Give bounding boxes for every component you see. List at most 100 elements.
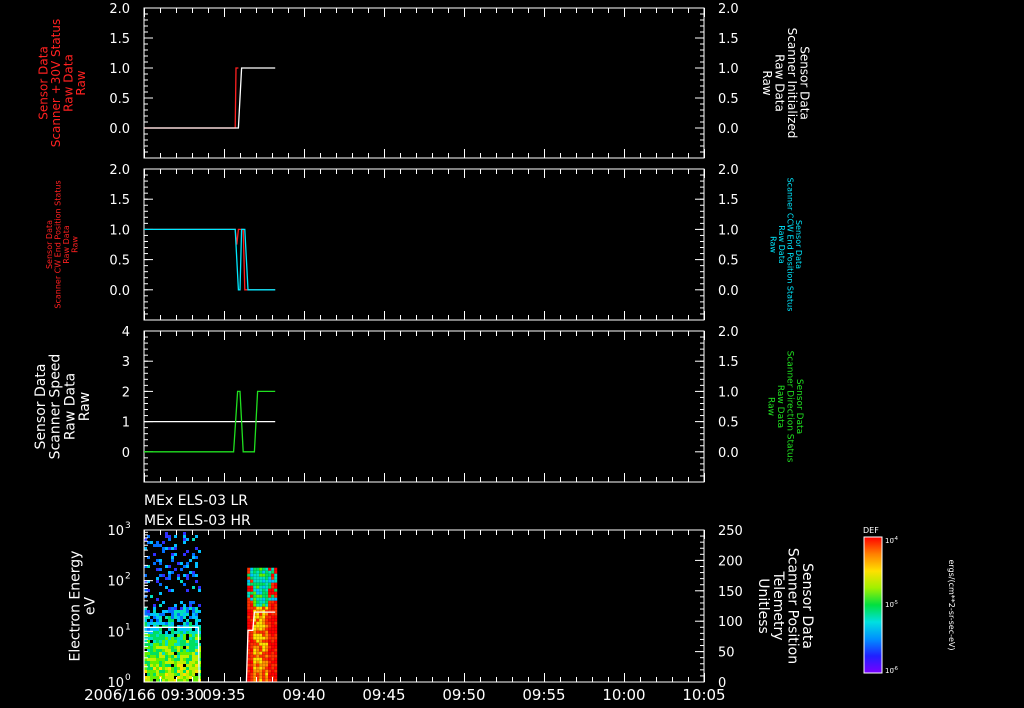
spectrogram-cell bbox=[177, 655, 180, 658]
spectrogram-cell bbox=[271, 648, 275, 652]
spectrogram-cell bbox=[168, 643, 171, 646]
spectrogram-cell bbox=[271, 606, 275, 610]
spectrogram-cell bbox=[256, 648, 260, 652]
spectrogram-cell bbox=[250, 606, 254, 610]
spectrogram-cell bbox=[274, 657, 278, 661]
spectrogram-cell bbox=[174, 553, 177, 556]
spectrogram-cell bbox=[253, 639, 257, 643]
spectrogram-cell bbox=[256, 579, 260, 583]
spectrogram-cell bbox=[259, 639, 263, 643]
spectrogram-cell bbox=[177, 574, 180, 577]
y-tick-label-right: 0.0 bbox=[718, 446, 739, 461]
spectrogram-cell bbox=[186, 664, 189, 667]
spectrogram-cell bbox=[274, 588, 278, 592]
spectrogram-cell bbox=[265, 636, 269, 640]
spectrogram-cell bbox=[250, 615, 254, 619]
spectrogram-cell bbox=[256, 594, 260, 598]
spectrogram-cell bbox=[174, 673, 177, 676]
spectrogram-cell bbox=[262, 621, 266, 625]
spectrogram-cell bbox=[189, 616, 192, 619]
spectrogram-cell bbox=[180, 646, 183, 649]
spectrogram-cell bbox=[165, 643, 168, 646]
spectrogram-cell bbox=[253, 633, 257, 637]
spectrogram-cell bbox=[250, 669, 254, 673]
spectrogram-cell bbox=[186, 613, 189, 616]
spectrogram-cell bbox=[171, 622, 174, 625]
y-tick-label-right: 250 bbox=[718, 524, 743, 539]
spectrogram-cell bbox=[262, 675, 266, 679]
spectrogram-cell bbox=[253, 582, 257, 586]
spectrogram-cell bbox=[183, 640, 186, 643]
y-tick-label-left: 1.0 bbox=[109, 62, 130, 77]
spectrogram-cell bbox=[180, 658, 183, 661]
spectrogram-cell bbox=[156, 619, 159, 622]
spectrogram-cell bbox=[177, 628, 180, 631]
spectrogram-cell bbox=[262, 654, 266, 658]
spectrogram-cell bbox=[156, 559, 159, 562]
spectrogram-cell bbox=[250, 654, 254, 658]
spectrogram-cell bbox=[153, 643, 156, 646]
spectrogram-cell bbox=[171, 670, 174, 673]
spectrogram-cell bbox=[186, 607, 189, 610]
y-tick-label-right: 0.5 bbox=[718, 92, 739, 107]
spectrogram-cell bbox=[156, 616, 159, 619]
spectrogram-cell bbox=[274, 600, 278, 604]
y-tick-label-right: 1.0 bbox=[718, 62, 739, 77]
spectrogram-cell bbox=[274, 570, 278, 574]
spectrogram-cell bbox=[165, 661, 168, 664]
spectrogram-cell bbox=[171, 643, 174, 646]
spectrogram-cell bbox=[259, 603, 263, 607]
spectrogram-cell bbox=[192, 652, 195, 655]
spectrogram-cell bbox=[174, 643, 177, 646]
spectrogram-cell bbox=[192, 658, 195, 661]
spectrogram-cell bbox=[271, 642, 275, 646]
spectrogram-cell bbox=[271, 585, 275, 589]
spectrogram-cell bbox=[183, 607, 186, 610]
spectrogram-cell bbox=[274, 624, 278, 628]
spectrogram-cell bbox=[265, 669, 269, 673]
spectrogram-cell bbox=[268, 579, 272, 583]
spectrogram-title-hr: MEx ELS-03 HR bbox=[144, 513, 251, 529]
spectrogram-cell bbox=[195, 616, 198, 619]
spectrogram-cell bbox=[250, 642, 254, 646]
spectrogram-cell bbox=[195, 613, 198, 616]
y-tick-label-right: 200 bbox=[718, 554, 743, 569]
spectrogram-cell bbox=[271, 663, 275, 667]
spectrogram-cell bbox=[189, 670, 192, 673]
y-log-tick-exp: 0 bbox=[125, 673, 131, 683]
spectrogram-cell bbox=[256, 642, 260, 646]
spectrogram-cell bbox=[271, 654, 275, 658]
spectrogram-cell bbox=[150, 643, 153, 646]
spectrogram-cell bbox=[174, 631, 177, 634]
spectrogram-cell bbox=[180, 619, 183, 622]
spectrogram-cell bbox=[256, 618, 260, 622]
spectrogram-cell bbox=[195, 643, 198, 646]
spectrogram-cell bbox=[171, 556, 174, 559]
spectrogram-cell bbox=[177, 673, 180, 676]
y-log-tick-label: 10 1 bbox=[107, 622, 130, 640]
spectrogram-cell bbox=[195, 640, 198, 643]
spectrogram-cell bbox=[262, 660, 266, 664]
colorbar-unit: ergs/(cm**2-sr-sec-eV) bbox=[947, 559, 956, 650]
spectrogram-cell bbox=[189, 673, 192, 676]
spectrogram-cell bbox=[171, 658, 174, 661]
spectrogram-cell bbox=[256, 660, 260, 664]
spectrogram-cell bbox=[150, 646, 153, 649]
spectrogram-cell bbox=[147, 670, 150, 673]
spectrogram-cell bbox=[262, 603, 266, 607]
spectrogram-cell bbox=[256, 621, 260, 625]
colorbar bbox=[863, 536, 883, 674]
spectrogram-cell bbox=[159, 559, 162, 562]
spectrogram-cell bbox=[156, 661, 159, 664]
spectrogram-cell bbox=[150, 613, 153, 616]
spectrogram-cell bbox=[153, 670, 156, 673]
spectrogram-cell bbox=[271, 651, 275, 655]
spectrogram-cell bbox=[195, 574, 198, 577]
spectrogram-cell bbox=[180, 610, 183, 613]
spectrogram-cell bbox=[259, 648, 263, 652]
spectrogram-cell bbox=[183, 631, 186, 634]
spectrogram-cell bbox=[192, 538, 195, 541]
spectrogram-cell bbox=[198, 619, 201, 622]
spectrogram-cell bbox=[256, 651, 260, 655]
spectrogram-cell bbox=[156, 670, 159, 673]
